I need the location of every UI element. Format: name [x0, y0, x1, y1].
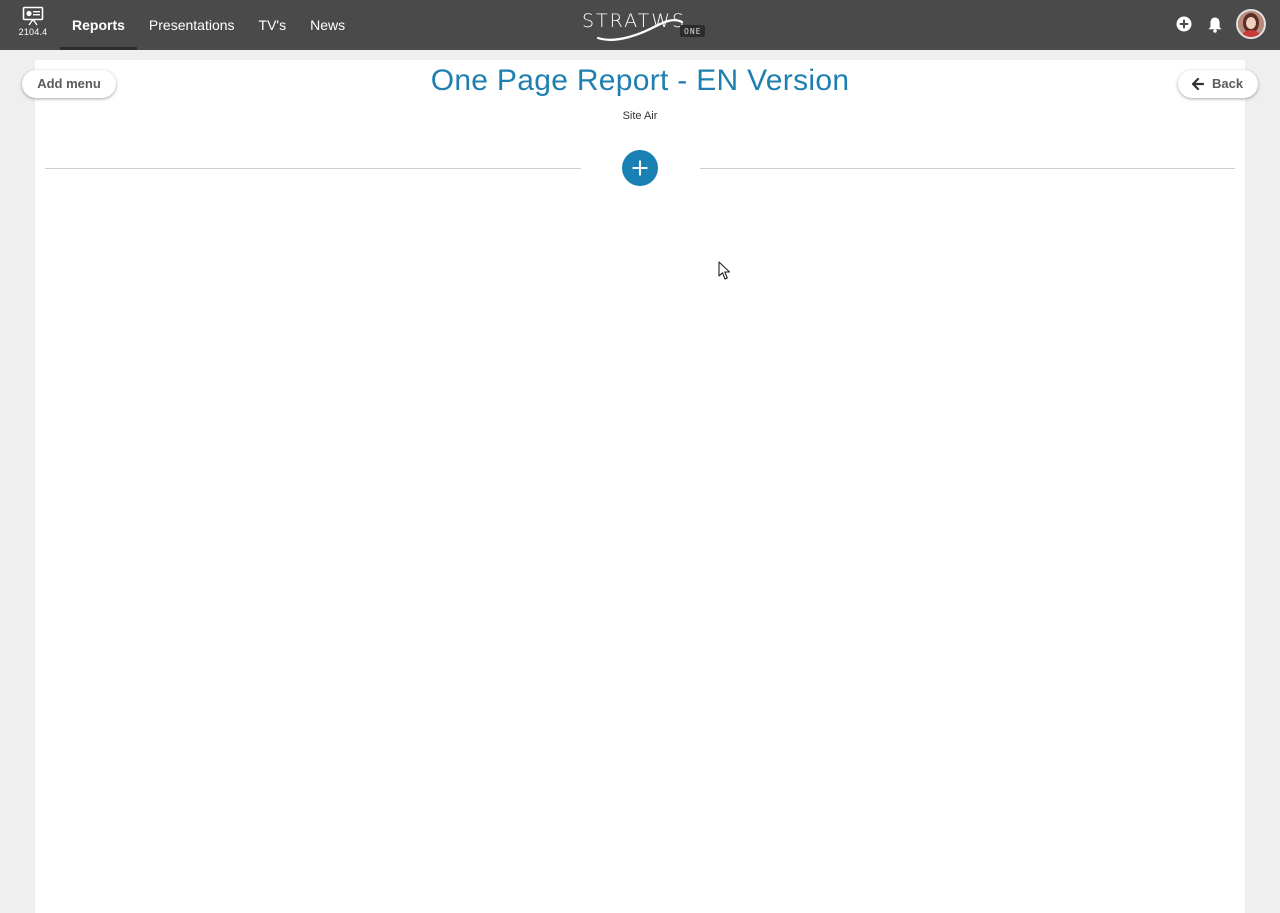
logo-badge: ONE [680, 25, 706, 37]
add-button[interactable] [1174, 14, 1194, 34]
add-section-button[interactable] [622, 150, 658, 186]
section-divider-left [45, 168, 581, 169]
header-actions [1174, 9, 1266, 39]
report-canvas [35, 60, 1245, 913]
notifications-button[interactable] [1205, 14, 1225, 34]
nav-item-reports[interactable]: Reports [60, 0, 137, 50]
user-avatar[interactable] [1236, 9, 1266, 39]
page-subtitle: Site Air [622, 110, 658, 122]
main-nav: Reports Presentations TV's News [60, 0, 357, 50]
app-version: 2104.4 [18, 27, 48, 37]
plus-icon [632, 160, 648, 176]
logo-swoosh-icon [596, 19, 684, 41]
presentation-board-icon [22, 6, 44, 26]
user-photo-icon [1238, 11, 1264, 37]
bell-icon [1208, 17, 1222, 33]
plus-circle-icon [1176, 16, 1192, 32]
section-divider-right [700, 168, 1235, 169]
nav-item-tvs[interactable]: TV's [247, 0, 299, 50]
page-title: One Page Report - EN Version [430, 64, 850, 97]
top-navigation-bar: 2104.4 Reports Presentations TV's News S… [0, 0, 1280, 50]
nav-item-presentations[interactable]: Presentations [137, 0, 247, 50]
nav-item-news[interactable]: News [298, 0, 357, 50]
app-switcher[interactable]: 2104.4 [14, 6, 52, 37]
brand-logo[interactable]: STRATWS ONE [582, 8, 707, 42]
mouse-cursor-icon [718, 261, 731, 280]
